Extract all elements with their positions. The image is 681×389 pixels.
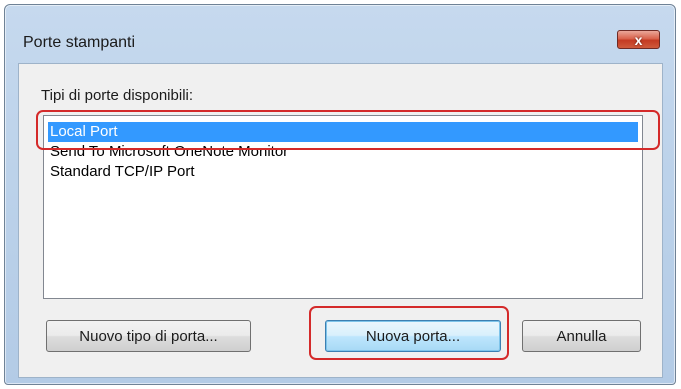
list-item-onenote-monitor[interactable]: Send To Microsoft OneNote Monitor bbox=[48, 142, 638, 162]
list-item-standard-tcpip-port[interactable]: Standard TCP/IP Port bbox=[48, 162, 638, 182]
port-types-label: Tipi di porte disponibili: bbox=[41, 87, 194, 104]
new-port-button[interactable]: Nuova porta... bbox=[325, 320, 501, 352]
cancel-button[interactable]: Annulla bbox=[522, 320, 641, 352]
dialog-title: Porte stampanti bbox=[23, 34, 136, 51]
close-icon: x bbox=[634, 31, 643, 48]
close-button[interactable]: x bbox=[617, 30, 660, 49]
printer-ports-dialog: Porte stampanti x Tipi di porte disponib… bbox=[4, 4, 676, 385]
list-item-local-port[interactable]: Local Port bbox=[48, 122, 638, 142]
dialog-body: Tipi di porte disponibili: Local Port Se… bbox=[18, 63, 663, 378]
new-port-type-button[interactable]: Nuovo tipo di porta... bbox=[46, 320, 251, 352]
port-types-listbox[interactable]: Local Port Send To Microsoft OneNote Mon… bbox=[43, 115, 643, 299]
